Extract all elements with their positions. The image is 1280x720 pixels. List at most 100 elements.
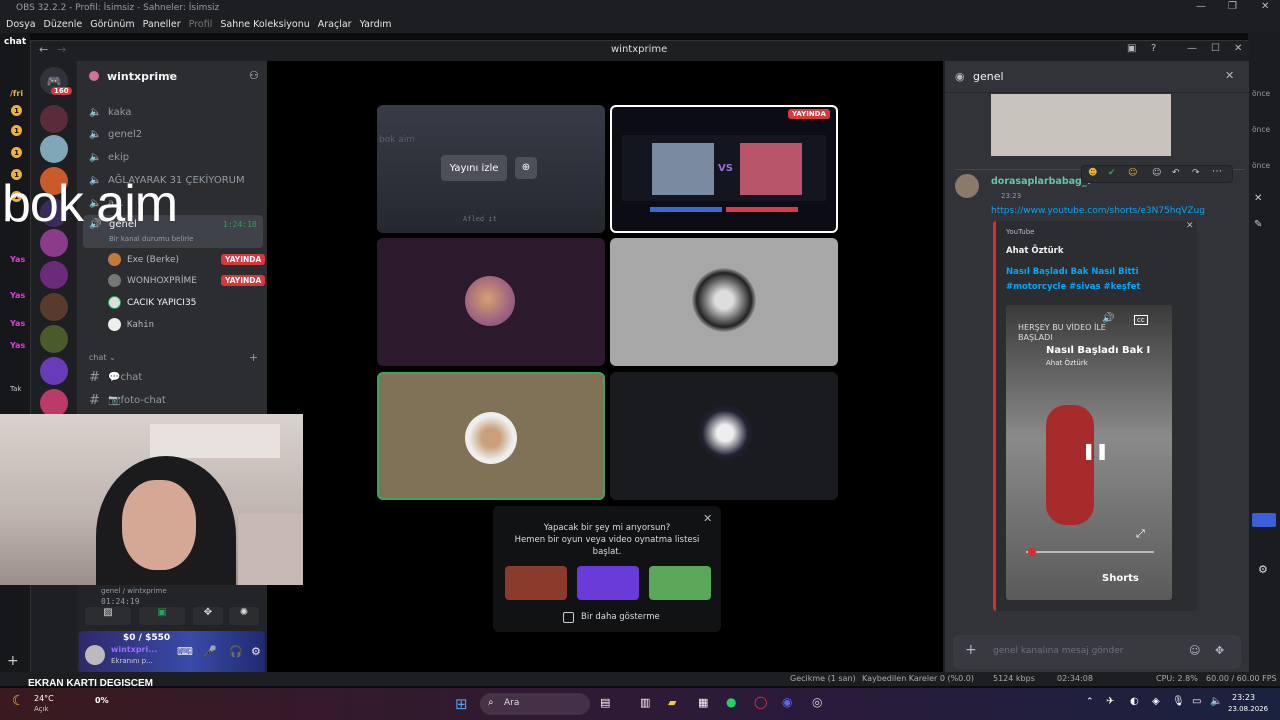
game-controller-icon[interactable]: ⌨ [177,645,193,658]
help-icon[interactable]: ? [1151,43,1156,54]
add-icon[interactable]: + [7,653,19,669]
message-input[interactable]: genel kanalına mesaj gönder [993,646,1123,656]
message-link[interactable]: https://www.youtube.com/shorts/e3N75hqVZ… [991,206,1205,216]
voice-channel-ekip[interactable]: 🔈 ekip [89,152,129,163]
more-icon[interactable]: ⋯ [1212,166,1222,177]
voice-user[interactable]: CACIK YAPICI35 [108,296,196,309]
maximize-icon[interactable]: ☐ [1211,43,1220,54]
minimize-icon[interactable]: — [1196,1,1206,12]
avatar[interactable] [955,174,979,198]
emoji-icon[interactable]: ☺ [1189,644,1200,657]
reply-icon[interactable]: ↶ [1172,168,1180,178]
camera-off-button[interactable]: ▨ [85,607,131,625]
stream-tile-wonhoxprime[interactable]: VS YAYINDA [610,105,838,233]
maximize-icon[interactable]: ❐ [1228,1,1237,12]
microphone-icon[interactable]: 🎙 [1172,696,1185,707]
add-friend-icon[interactable]: ⚇ [249,69,259,82]
text-channel-chat[interactable]: # 💬chat [89,370,142,385]
minimize-icon[interactable]: — [1187,43,1197,54]
soundboard-button[interactable]: ✺ [229,607,259,625]
volume-icon[interactable]: 🔈 [1210,696,1222,707]
taskbar-app-icon[interactable]: ▦ [698,696,708,709]
network-icon[interactable]: ▭ [1192,696,1201,707]
close-icon[interactable]: ✕ [1186,221,1194,231]
menu-profil[interactable]: Profil [189,19,213,30]
check-icon[interactable]: ✔ [1108,168,1116,178]
voice-channel-kaka[interactable]: 🔈 kaka [89,107,132,118]
close-icon[interactable]: ✕ [1234,43,1242,54]
video-scrubber[interactable] [1028,548,1036,556]
close-icon[interactable]: ✕ [1261,1,1269,12]
tray-icon[interactable]: ✈ [1106,696,1114,707]
opera-icon[interactable]: ◯ [754,695,767,709]
tray-icon[interactable]: ◈ [1152,696,1160,707]
discord-icon[interactable]: ◉ [782,695,792,709]
activity-card[interactable] [577,566,639,600]
close-icon[interactable]: ✕ [1225,69,1234,82]
voice-tile[interactable] [377,238,605,366]
headphones-icon[interactable]: 🎧 [229,645,243,658]
microphone-icon[interactable]: 🎤 [203,645,217,658]
voice-tile-speaking[interactable] [377,372,605,500]
inbox-icon[interactable]: ▣ [1127,43,1136,54]
add-attachment-icon[interactable]: + [965,642,977,658]
message-author[interactable]: dorasaplarbabag_7 [991,176,1093,187]
dropdown-button[interactable] [1252,513,1276,527]
apps-icon[interactable]: ✥ [1215,644,1224,657]
menu-sahne-koleksiyonu[interactable]: Sahne Koleksiyonu [220,19,309,30]
dont-show-checkbox[interactable] [563,612,574,623]
add-channel-icon[interactable]: + [249,351,258,364]
server-icon[interactable] [40,105,68,133]
taskbar-app-icon[interactable]: ▤ [600,696,610,709]
menu-dosya[interactable]: Dosya [6,19,36,30]
video-progress[interactable] [1026,551,1154,553]
captions-icon[interactable]: cc [1134,315,1148,325]
category-chat[interactable]: chat ⌄ [89,353,116,362]
gear-icon[interactable]: ⚙ [1258,563,1268,576]
pause-icon[interactable]: ❚❚ [1082,441,1109,460]
folder-icon[interactable]: ▰ [668,696,676,709]
video-player[interactable]: HERŞEY BU VİDEO İLE BAŞLADI 🔊 cc Nasıl B… [1006,305,1172,600]
edit-icon[interactable]: ✎ [1254,219,1262,230]
chevron-up-icon[interactable]: ⌃ [1086,697,1094,707]
text-channel-foto-chat[interactable]: # 📷foto-chat [89,393,166,408]
add-reaction-icon[interactable]: ☺ [1152,168,1161,178]
fullscreen-icon[interactable]: ⤢ [1136,527,1145,541]
channel-status-hint[interactable]: Bir kanal durumu belirle [109,235,193,243]
volume-icon[interactable]: 🔊 [1102,313,1114,324]
reaction-icon[interactable]: ☻ [1088,168,1097,178]
spotify-icon[interactable]: ● [726,695,736,709]
menu-araclar[interactable]: Araçlar [318,19,352,30]
server-icon[interactable] [40,135,68,163]
voice-channel-genel2[interactable]: 🔈 genel2 [89,129,142,140]
add-stream-icon[interactable]: ⊕ [515,157,537,179]
chevron-down-icon[interactable]: ⌄ [167,69,175,79]
activity-card[interactable] [505,566,567,600]
windows-start-icon[interactable]: ⊞ [455,695,468,713]
menu-duzenle[interactable]: Düzenle [44,19,83,30]
stream-tile-exe[interactable]: bok aim Afled it Yayını izle ⊕ [377,105,605,233]
server-icon[interactable] [40,325,68,353]
voice-user[interactable]: WONHOXPRİME [108,274,197,287]
forward-icon[interactable]: ↷ [1192,168,1200,178]
menu-gorunum[interactable]: Görünüm [90,19,134,30]
message-input-box[interactable]: + genel kanalına mesaj gönder ☺ ✥ [953,635,1241,669]
server-icon[interactable] [40,261,68,289]
voice-user[interactable]: Exe (Berke) [108,253,179,266]
menu-yardim[interactable]: Yardım [360,19,392,30]
server-icon[interactable] [40,389,68,417]
watch-stream-button[interactable]: Yayını izle [441,155,507,181]
forward-icon[interactable]: → [57,43,66,56]
weather-icon[interactable]: ☾ [12,693,25,709]
voice-tile[interactable] [610,238,838,366]
voice-user[interactable]: Kahin [108,318,154,331]
embed-title[interactable]: Nasıl Başladı Bak Nasıl Bitti #motorcycl… [1006,265,1156,295]
laugh-icon[interactable]: ☺ [1128,168,1137,178]
obs-icon[interactable]: ◎ [812,695,822,709]
taskbar-search[interactable]: ⌕ Ara [480,693,590,715]
menu-paneller[interactable]: Paneller [143,19,181,30]
taskbar-app-icon[interactable]: ▥ [640,696,650,709]
screen-share-button[interactable]: ▣ [139,607,185,625]
gear-icon[interactable]: ⚙ [251,645,261,658]
server-icon[interactable] [40,357,68,385]
